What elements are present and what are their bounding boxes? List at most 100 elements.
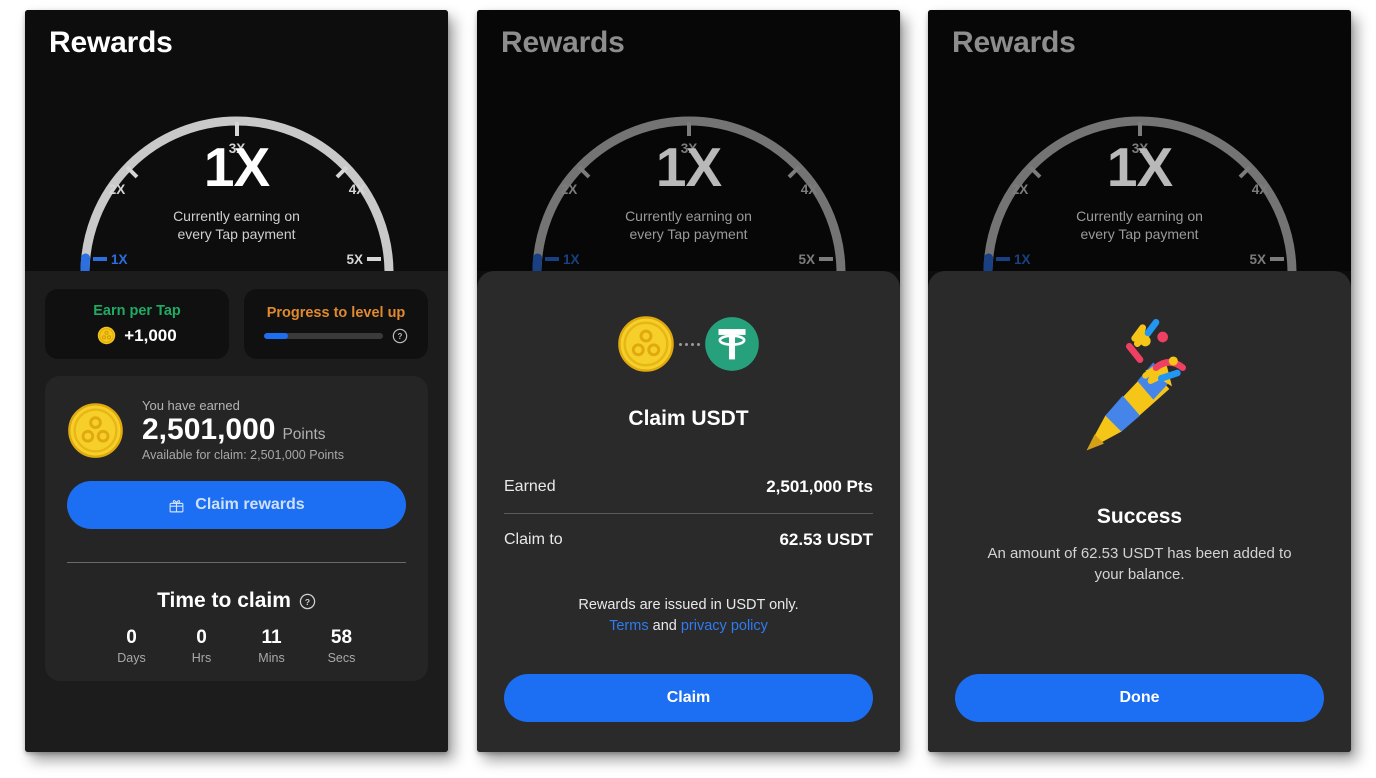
phone-screen-rewards: Rewards 1X 2X 3X 4X 5X 1X Currently earn… xyxy=(25,10,448,752)
page-title: Rewards xyxy=(952,26,1076,59)
time-to-claim-title: Time to claim xyxy=(157,589,291,613)
gauge-subtitle-line1: Currently earning on xyxy=(173,208,300,224)
countdown-label: Secs xyxy=(327,651,356,666)
earned-points-card: You have earned 2,501,000 Points Availabl… xyxy=(45,376,428,682)
gauge-tick-5x: 5X xyxy=(798,252,815,267)
gauge-subtitle: Currently earning on every Tap payment xyxy=(928,207,1351,244)
gauge-tick-1x: 1X xyxy=(1014,252,1031,267)
available-for-claim: Available for claim: 2,501,000 Points xyxy=(142,448,344,463)
current-multiplier: 1X xyxy=(655,136,722,198)
legal-and: and xyxy=(652,618,677,635)
question-circle-icon[interactable]: ? xyxy=(299,593,316,610)
privacy-policy-link[interactable]: privacy policy xyxy=(681,618,768,634)
page-title: Rewards xyxy=(501,26,625,59)
conversion-icons xyxy=(504,315,873,373)
success-message: An amount of 62.53 USDT has been added t… xyxy=(987,545,1292,584)
detail-key: Earned xyxy=(504,478,556,495)
question-circle-icon[interactable]: ? xyxy=(392,328,408,344)
gauge-center-readout: 1X Currently earning on every Tap paymen… xyxy=(25,140,448,244)
detail-value: 2,501,000 Pts xyxy=(766,477,873,496)
detail-value: 62.53 USDT xyxy=(779,530,873,549)
card-divider xyxy=(67,562,406,564)
terms-link[interactable]: Terms xyxy=(609,618,648,634)
reward-gauge-section: Rewards 1X 2X 3X 4X 5X 1X Currently earn… xyxy=(25,10,448,271)
gold-coin-icon xyxy=(68,402,123,458)
gift-icon xyxy=(169,499,184,513)
countdown-unit: 0 Days xyxy=(97,627,167,665)
success-sheet: Success An amount of 62.53 USDT has been… xyxy=(928,271,1351,752)
earned-amount-row: 2,501,000 Points xyxy=(142,413,406,446)
gauge-tick-5x: 5X xyxy=(1249,252,1266,267)
reward-gauge-section-dimmed: Rewards 1X 2X 3X 4X 5X 1X Currently earn… xyxy=(928,10,1351,271)
gauge-subtitle-line1: Currently earning on xyxy=(625,208,752,224)
stat-card-row: Earn per Tap +1,000 Progress to level up… xyxy=(45,271,428,359)
countdown-timer: 0 Days 0 Hrs 11 Mins 58 Secs xyxy=(67,627,406,665)
gold-coin-icon xyxy=(98,326,116,345)
earned-unit: Points xyxy=(282,426,326,443)
countdown-unit: 0 Hrs xyxy=(167,627,237,665)
sheet-title: Claim USDT xyxy=(628,407,749,430)
reward-gauge-section-dimmed: Rewards 1X 2X 3X 4X 5X 1X Currently earn… xyxy=(477,10,900,271)
countdown-unit: 11 Mins xyxy=(237,627,307,665)
countdown-unit: 58 Secs xyxy=(307,627,377,665)
claim-rewards-button[interactable]: Claim rewards xyxy=(67,481,406,530)
detail-key: Claim to xyxy=(504,531,563,548)
rewards-body: Earn per Tap +1,000 Progress to level up… xyxy=(25,271,448,752)
legal-text: Rewards are issued in USDT only. Terms a… xyxy=(504,595,873,637)
current-multiplier: 1X xyxy=(203,136,270,198)
success-title: Success xyxy=(1096,505,1183,528)
earn-per-tap-card[interactable]: Earn per Tap +1,000 xyxy=(45,289,229,359)
current-multiplier: 1X xyxy=(1106,136,1173,198)
progress-bar-track xyxy=(264,332,383,339)
claim-button[interactable]: Claim xyxy=(504,674,873,722)
countdown-value: 58 xyxy=(330,627,353,649)
countdown-value: 11 xyxy=(261,627,282,649)
countdown-label: Mins xyxy=(258,651,285,666)
countdown-value: 0 xyxy=(196,627,207,649)
page-title: Rewards xyxy=(49,26,173,59)
svg-text:?: ? xyxy=(398,332,403,341)
earn-per-tap-value-row: +1,000 xyxy=(97,325,177,346)
success-content: Success An amount of 62.53 USDT has been… xyxy=(955,271,1324,652)
legal-sentence: Rewards are issued in USDT only. xyxy=(578,597,799,614)
earned-amount: 2,501,000 xyxy=(142,413,276,446)
gauge-subtitle-line1: Currently earning on xyxy=(1076,208,1203,224)
detail-row-earned: Earned 2,501,000 Pts xyxy=(504,461,873,513)
gauge-tick-1x: 1X xyxy=(111,252,128,267)
phone-screen-claim-usdt: Rewards 1X 2X 3X 4X 5X 1X Currently earn… xyxy=(477,10,900,752)
screenshot-stage: Rewards 1X 2X 3X 4X 5X 1X Currently earn… xyxy=(0,0,1376,778)
gold-coin-icon xyxy=(618,316,674,372)
party-popper-icon xyxy=(1086,319,1186,451)
gauge-center-readout: 1X Currently earning on every Tap paymen… xyxy=(477,140,900,244)
countdown-value: 0 xyxy=(126,627,137,649)
earn-per-tap-amount: +1,000 xyxy=(124,325,177,345)
gauge-subtitle-line2: every Tap payment xyxy=(1080,226,1199,243)
gauge-center-readout: 1X Currently earning on every Tap paymen… xyxy=(928,140,1351,244)
progress-label: Progress to level up xyxy=(266,304,406,321)
gauge-subtitle-line2: every Tap payment xyxy=(177,226,296,243)
tether-usdt-icon xyxy=(705,317,759,371)
progress-to-level-up-card[interactable]: Progress to level up ? xyxy=(244,289,428,359)
earned-row: You have earned 2,501,000 Points Availabl… xyxy=(67,398,406,462)
svg-text:?: ? xyxy=(305,597,310,607)
progress-bar-fill xyxy=(264,332,288,339)
gauge-tick-5x: 5X xyxy=(346,252,363,267)
countdown-label: Days xyxy=(117,651,146,666)
gauge-subtitle-line2: every Tap payment xyxy=(629,226,748,243)
done-button[interactable]: Done xyxy=(955,674,1324,722)
earn-per-tap-label: Earn per Tap xyxy=(93,302,181,319)
gauge-subtitle: Currently earning on every Tap payment xyxy=(477,207,900,244)
earned-text-block: You have earned 2,501,000 Points Availabl… xyxy=(142,398,406,462)
claim-usdt-sheet: Claim USDT Earned 2,501,000 Pts Claim to… xyxy=(477,271,900,752)
time-to-claim-header: Time to claim ? xyxy=(67,589,406,613)
countdown-label: Hrs xyxy=(191,651,212,666)
claim-details-list: Earned 2,501,000 Pts Claim to 62.53 USDT xyxy=(504,461,873,566)
progress-row: ? xyxy=(264,328,408,344)
claim-rewards-label: Claim rewards xyxy=(195,496,305,514)
phone-screen-success: Rewards 1X 2X 3X 4X 5X 1X Currently earn… xyxy=(928,10,1351,752)
connector-dots xyxy=(679,342,700,346)
earned-caption: You have earned xyxy=(142,398,240,413)
gauge-subtitle: Currently earning on every Tap payment xyxy=(25,207,448,244)
gauge-tick-1x: 1X xyxy=(563,252,580,267)
detail-row-claim-to: Claim to 62.53 USDT xyxy=(504,514,873,566)
